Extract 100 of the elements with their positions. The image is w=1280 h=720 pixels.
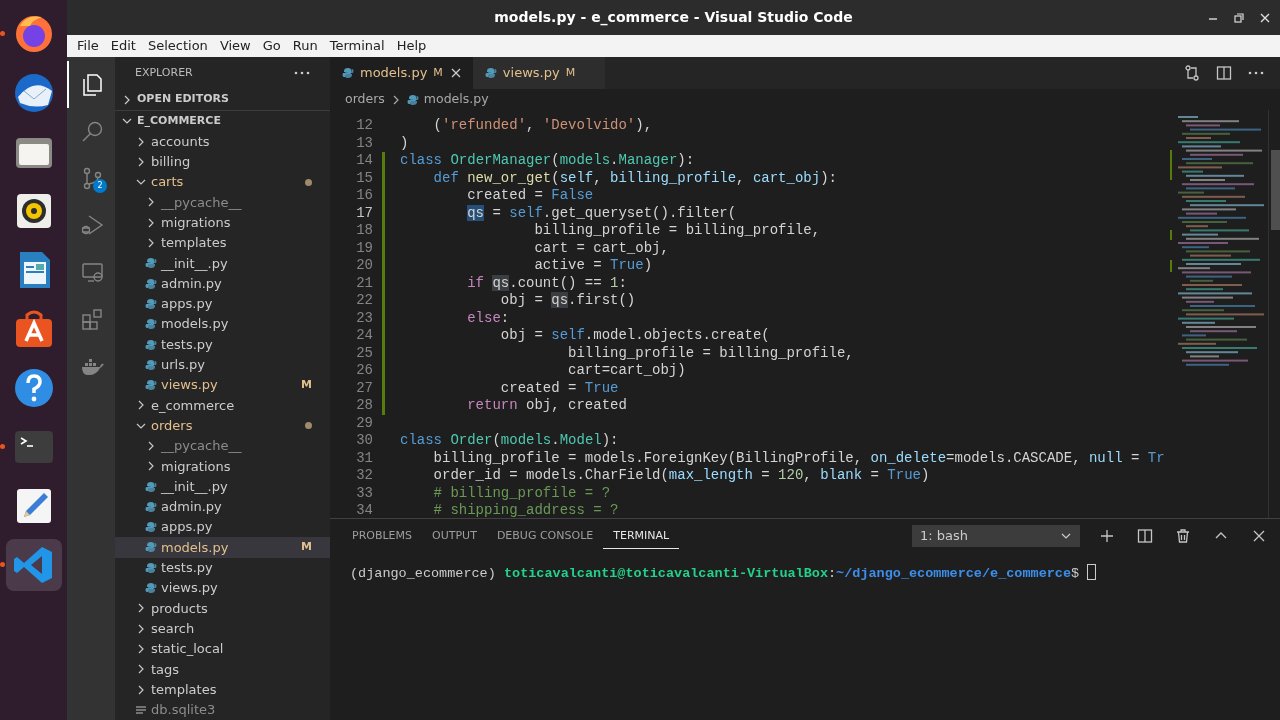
tree-item[interactable]: __pycache__ — [115, 192, 330, 213]
code-line: return obj, created — [466, 397, 627, 415]
tree-item[interactable]: static_local — [115, 638, 330, 660]
section-header[interactable]: OPEN EDITORS — [115, 89, 330, 111]
terminal-select[interactable]: 1: bash — [912, 524, 1080, 547]
python-file-icon — [145, 561, 157, 574]
split-editor-icon[interactable] — [1216, 65, 1232, 81]
lines-icon — [135, 703, 147, 716]
window-title: models.py - e_commerce - Visual Studio Code — [494, 8, 853, 28]
code-line: if qs.count() == 1: — [466, 274, 627, 292]
panel-tab[interactable]: TERMINAL — [603, 523, 680, 550]
tree-item[interactable]: products — [115, 598, 330, 619]
line-number: 17 — [355, 204, 373, 222]
line-number: 13 — [355, 134, 373, 152]
tree-item[interactable]: orders — [115, 415, 330, 436]
plus-icon[interactable] — [1099, 527, 1115, 544]
tree-item[interactable]: accounts — [115, 131, 330, 152]
code-line: billing_profile = models.ForeignKey(BillingProfile, on_delete=models.CASCADE, null = Tr — [432, 449, 1165, 467]
tree-item[interactable]: models.py M — [115, 537, 330, 558]
more-icon[interactable] — [294, 71, 310, 76]
editor-tab[interactable]: models.py M — [330, 57, 473, 89]
menu-item[interactable]: Run — [286, 35, 324, 57]
trash-icon[interactable] — [1175, 527, 1191, 544]
tree-item[interactable]: __init__.py — [115, 476, 330, 497]
terminal-prompt: (django_ecommerce) toticavalcanti@toticavalcanti-VirtualBox:~/django_ecommerce/e_commerce$ — [350, 566, 1081, 581]
code-line: obj = qs.first() — [499, 292, 636, 310]
menu-item[interactable]: Edit — [104, 35, 142, 57]
tree-item[interactable]: tags — [115, 659, 330, 680]
tree-item[interactable]: __pycache__ — [115, 435, 330, 457]
line-number: 34 — [355, 502, 373, 518]
menu-item[interactable]: Go — [256, 35, 287, 57]
scrollbar[interactable] — [1268, 110, 1280, 518]
line-number: 28 — [355, 397, 373, 415]
split-terminal-icon[interactable] — [1137, 527, 1153, 544]
tree-item[interactable]: models.py — [115, 314, 330, 335]
tree-item[interactable]: migrations — [115, 456, 330, 477]
sidebar-title: EXPLORER — [135, 65, 193, 82]
code-line: else: — [466, 309, 510, 327]
tree-item[interactable]: __init__.py — [115, 253, 330, 274]
tree-item[interactable]: carts — [115, 172, 330, 193]
panel-tab[interactable]: DEBUG CONSOLE — [486, 523, 604, 550]
line-number: 24 — [355, 327, 373, 345]
line-number: 20 — [355, 257, 373, 275]
python-file-icon — [145, 541, 157, 554]
python-file-icon — [145, 297, 157, 310]
menu-item[interactable]: Help — [390, 35, 433, 57]
code-line: qs = self.get_queryset().filter( — [466, 204, 737, 222]
git-status: M — [433, 64, 443, 81]
tree-item[interactable]: apps.py — [115, 517, 330, 538]
section-header[interactable]: E_COMMERCE — [115, 110, 330, 132]
menu-item[interactable]: File — [71, 35, 105, 57]
code-line: created = False — [466, 187, 594, 205]
tree-item[interactable]: admin.py — [115, 273, 330, 294]
more-icon[interactable] — [1248, 71, 1264, 75]
python-file-icon — [145, 338, 157, 351]
code-line: def new_or_get(self, billing_profile, cart_obj): — [432, 169, 837, 187]
restore-icon[interactable] — [1234, 12, 1244, 23]
code-line: # billing_profile = ? — [432, 484, 611, 502]
editor-tab[interactable]: views.py M — [472, 57, 606, 89]
line-number: 15 — [355, 169, 373, 187]
code-line: ) — [400, 134, 409, 152]
tree-item[interactable]: views.py M — [115, 374, 330, 396]
menu-item[interactable]: Selection — [141, 35, 214, 57]
compare-changes-icon[interactable] — [1184, 65, 1200, 81]
line-number: 18 — [355, 222, 373, 240]
tree-item[interactable]: e_commerce — [115, 395, 330, 416]
code-line: created = True — [499, 379, 619, 397]
tree-item[interactable]: apps.py — [115, 293, 330, 315]
menu-item[interactable]: View — [213, 35, 257, 57]
python-file-icon — [406, 93, 419, 106]
tree-item[interactable]: search — [115, 618, 330, 639]
tree-item[interactable]: billing — [115, 151, 330, 172]
python-file-icon — [145, 257, 157, 270]
tree-item[interactable]: views.py — [115, 577, 330, 599]
breadcrumb-item[interactable]: models.py — [423, 90, 489, 109]
tree-item[interactable]: db.sqlite3 — [115, 699, 330, 720]
tree-item[interactable]: admin.py — [115, 496, 330, 518]
code-line: billing_profile = billing_profile, — [533, 222, 821, 240]
tree-item[interactable]: templates — [115, 679, 330, 700]
python-file-icon — [145, 521, 157, 534]
menu-item[interactable]: Terminal — [323, 35, 391, 57]
panel-tab[interactable]: OUTPUT — [422, 523, 487, 550]
line-number: 12 — [355, 117, 373, 135]
tree-item[interactable]: urls.py — [115, 354, 330, 375]
git-status: M — [301, 539, 312, 556]
tree-item[interactable]: tests.py — [115, 334, 330, 355]
line-number: 21 — [355, 274, 373, 292]
python-file-icon — [145, 318, 157, 331]
code-line: class Order(models.Model): — [400, 432, 619, 450]
git-status: M — [565, 64, 576, 81]
tree-item[interactable]: migrations — [115, 212, 330, 233]
scrollbar-thumb[interactable] — [1271, 150, 1280, 230]
python-file-icon — [145, 358, 157, 371]
tree-item[interactable]: tests.py — [115, 557, 330, 578]
code-line: cart=cart_obj) — [567, 362, 686, 380]
tree-item[interactable]: templates — [115, 232, 330, 254]
breadcrumb-item[interactable]: orders — [345, 90, 385, 109]
panel-tab[interactable]: PROBLEMS — [342, 523, 423, 550]
activity-button[interactable]: 2 — [67, 155, 115, 202]
close-icon[interactable] — [1260, 12, 1270, 23]
